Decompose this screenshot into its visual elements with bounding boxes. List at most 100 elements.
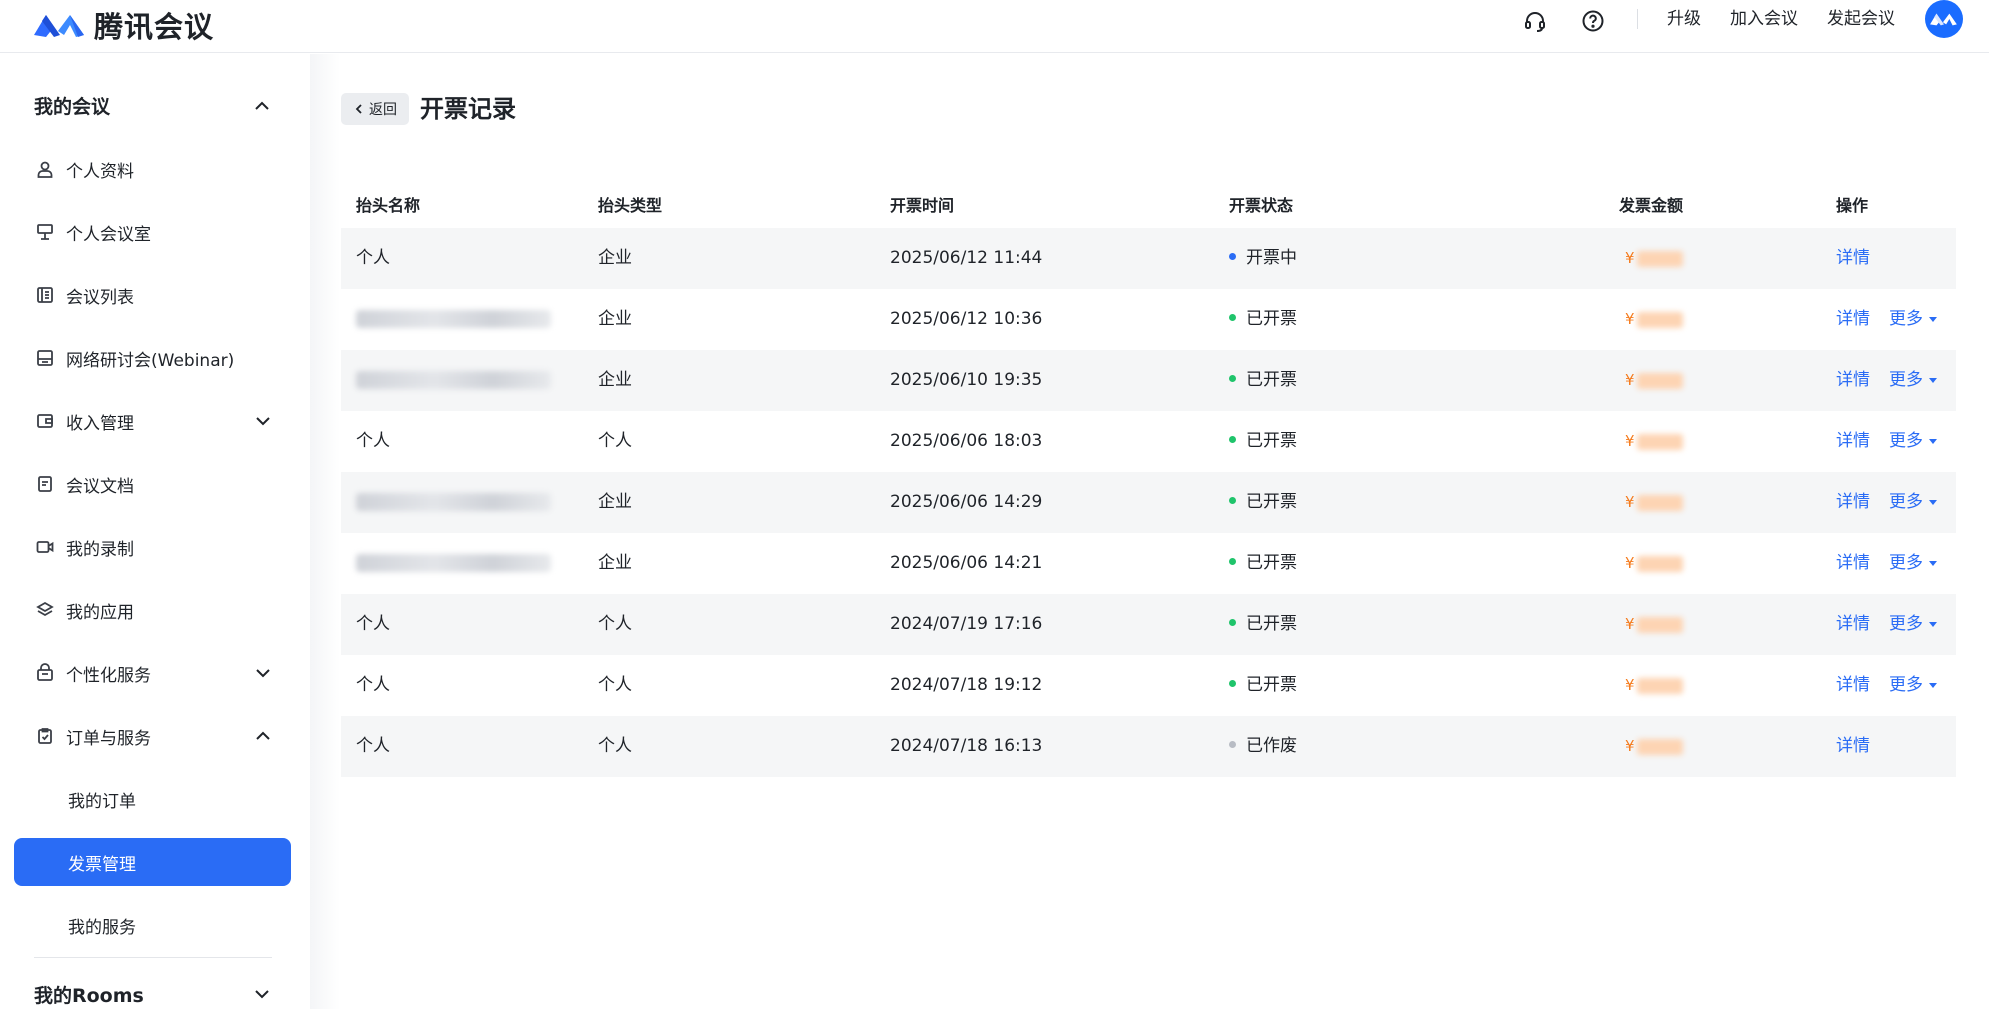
detail-link[interactable]: 详情 <box>1836 613 1870 635</box>
sidebar-item-label: 会议列表 <box>66 287 134 308</box>
headset-icon[interactable] <box>1522 8 1548 34</box>
redacted-text <box>356 310 551 328</box>
invoice-amount-cell: ¥ <box>1625 247 1683 269</box>
invoice-table: 抬头名称 抬头类型 开票时间 开票状态 发票金额 操作 个人 企业 2025/06/… <box>341 178 1956 777</box>
sidebar-subitem-my-orders[interactable]: 我的订单 <box>14 775 291 823</box>
detail-link[interactable]: 详情 <box>1836 308 1870 330</box>
more-label: 更多 <box>1889 492 1923 512</box>
invoice-status-cell: 已开票 <box>1229 674 1297 696</box>
detail-link[interactable]: 详情 <box>1836 430 1870 452</box>
title-name-cell-redacted <box>356 369 551 395</box>
status-dot <box>1229 679 1236 687</box>
more-dropdown[interactable]: 更多 <box>1889 552 1939 574</box>
detail-link[interactable]: 详情 <box>1836 369 1870 391</box>
user-icon <box>34 158 56 180</box>
currency-symbol: ¥ <box>1625 676 1635 694</box>
sidebar-item-profile[interactable]: 个人资料 <box>14 145 291 193</box>
table-row: 个人 个人 2024/07/19 17:16 已开票 ¥ 详情 更多 <box>341 594 1956 655</box>
help-circle-icon[interactable] <box>1580 8 1606 34</box>
title-type-cell: 企业 <box>598 248 632 268</box>
table-row: 企业 2025/06/06 14:21 已开票 ¥ 详情 更多 <box>341 533 1956 594</box>
sidebar-subitem-invoice-management[interactable]: 发票管理 <box>14 838 291 886</box>
detail-link[interactable]: 详情 <box>1836 552 1870 574</box>
status-dot <box>1229 252 1236 260</box>
currency-symbol: ¥ <box>1625 432 1635 450</box>
invoice-amount-cell: ¥ <box>1625 613 1683 635</box>
status-badge: 已开票 <box>1246 492 1297 512</box>
sidebar-item-apps[interactable]: 我的应用 <box>14 586 291 634</box>
redacted-amount <box>1636 433 1683 450</box>
sidebar-group-rooms[interactable]: 我的Rooms <box>34 981 144 1008</box>
detail-link[interactable]: 详情 <box>1836 491 1870 513</box>
status-badge: 已开票 <box>1246 675 1297 695</box>
invoice-status-cell: 已作废 <box>1229 735 1297 757</box>
chevron-left-icon <box>355 104 362 114</box>
redacted-amount <box>1636 372 1683 389</box>
more-dropdown[interactable]: 更多 <box>1889 613 1939 635</box>
caret-down-icon <box>1929 683 1937 688</box>
sidebar-item-meeting-list[interactable]: 会议列表 <box>14 271 291 319</box>
status-dot <box>1229 618 1236 626</box>
start-meeting-button[interactable]: 发起会议 <box>1827 8 1895 30</box>
upgrade-button[interactable]: 升级 <box>1667 8 1701 30</box>
caret-down-icon <box>1929 378 1937 383</box>
status-badge: 已作废 <box>1246 736 1297 756</box>
sidebar-item-income[interactable]: 收入管理 <box>14 397 291 445</box>
sidebar-item-orders-services[interactable]: 订单与服务 <box>14 712 291 760</box>
more-label: 更多 <box>1889 431 1923 451</box>
more-dropdown[interactable]: 更多 <box>1889 430 1939 452</box>
column-header-invoice-time: 开票时间 <box>890 196 955 215</box>
title-name-cell-redacted <box>356 308 551 334</box>
more-dropdown[interactable]: 更多 <box>1889 308 1939 330</box>
sidebar-item-label: 网络研讨会(Webinar) <box>66 350 235 371</box>
more-label: 更多 <box>1889 675 1923 695</box>
avatar[interactable] <box>1925 0 1963 38</box>
more-dropdown[interactable]: 更多 <box>1889 491 1939 513</box>
invoice-time-cell: 2025/06/06 18:03 <box>890 431 1043 451</box>
redacted-text <box>356 493 551 511</box>
chevron-down-icon[interactable] <box>252 984 272 1004</box>
join-meeting-button[interactable]: 加入会议 <box>1730 8 1798 30</box>
redacted-amount <box>1636 494 1683 511</box>
title-name-cell: 个人 <box>356 248 390 268</box>
chevron-up-icon[interactable] <box>252 96 272 116</box>
sidebar-item-recordings[interactable]: 我的录制 <box>14 523 291 571</box>
title-type-cell: 企业 <box>598 370 632 390</box>
back-button[interactable]: 返回 <box>341 93 409 125</box>
webinar-icon <box>34 347 56 369</box>
invoice-time-cell: 2024/07/18 19:12 <box>890 675 1043 695</box>
sidebar-item-personal-room[interactable]: 个人会议室 <box>14 208 291 256</box>
sidebar-item-label: 会议文档 <box>66 476 134 497</box>
currency-symbol: ¥ <box>1625 737 1635 755</box>
document-icon <box>34 473 56 495</box>
sidebar-subitem-my-services[interactable]: 我的服务 <box>14 901 291 949</box>
more-dropdown[interactable]: 更多 <box>1889 674 1939 696</box>
currency-symbol: ¥ <box>1625 371 1635 389</box>
title-name-cell: 个人 <box>356 431 390 451</box>
status-badge: 已开票 <box>1246 553 1297 573</box>
list-icon <box>34 284 56 306</box>
sidebar-item-webinar[interactable]: 网络研讨会(Webinar) <box>14 334 291 382</box>
table-row: 企业 2025/06/06 14:29 已开票 ¥ 详情 更多 <box>341 472 1956 533</box>
sidebar-group-my-meetings[interactable]: 我的会议 <box>34 92 110 119</box>
more-dropdown[interactable]: 更多 <box>1889 369 1939 391</box>
title-type-cell: 个人 <box>598 431 632 451</box>
invoice-time-cell: 2025/06/12 11:44 <box>890 248 1043 268</box>
sidebar-item-documents[interactable]: 会议文档 <box>14 460 291 508</box>
column-header-title-name: 抬头名称 <box>356 196 421 215</box>
caret-down-icon <box>1929 561 1937 566</box>
title-name-cell-redacted <box>356 491 551 517</box>
sidebar-divider <box>34 957 272 958</box>
detail-link[interactable]: 详情 <box>1836 674 1870 696</box>
sidebar-item-personalized[interactable]: 个性化服务 <box>14 649 291 697</box>
table-header: 抬头名称 抬头类型 开票时间 开票状态 发票金额 操作 <box>341 178 1956 228</box>
app-logo[interactable]: 腾讯会议 <box>32 4 214 46</box>
clipboard-icon <box>34 725 56 747</box>
detail-link[interactable]: 详情 <box>1836 735 1870 757</box>
detail-link[interactable]: 详情 <box>1836 247 1870 269</box>
invoice-status-cell: 开票中 <box>1229 247 1297 269</box>
tencent-meeting-logo-icon <box>34 15 84 37</box>
invoice-time-cell: 2024/07/19 17:16 <box>890 614 1043 634</box>
avatar-logo-icon <box>1930 13 1957 26</box>
currency-symbol: ¥ <box>1625 249 1635 267</box>
